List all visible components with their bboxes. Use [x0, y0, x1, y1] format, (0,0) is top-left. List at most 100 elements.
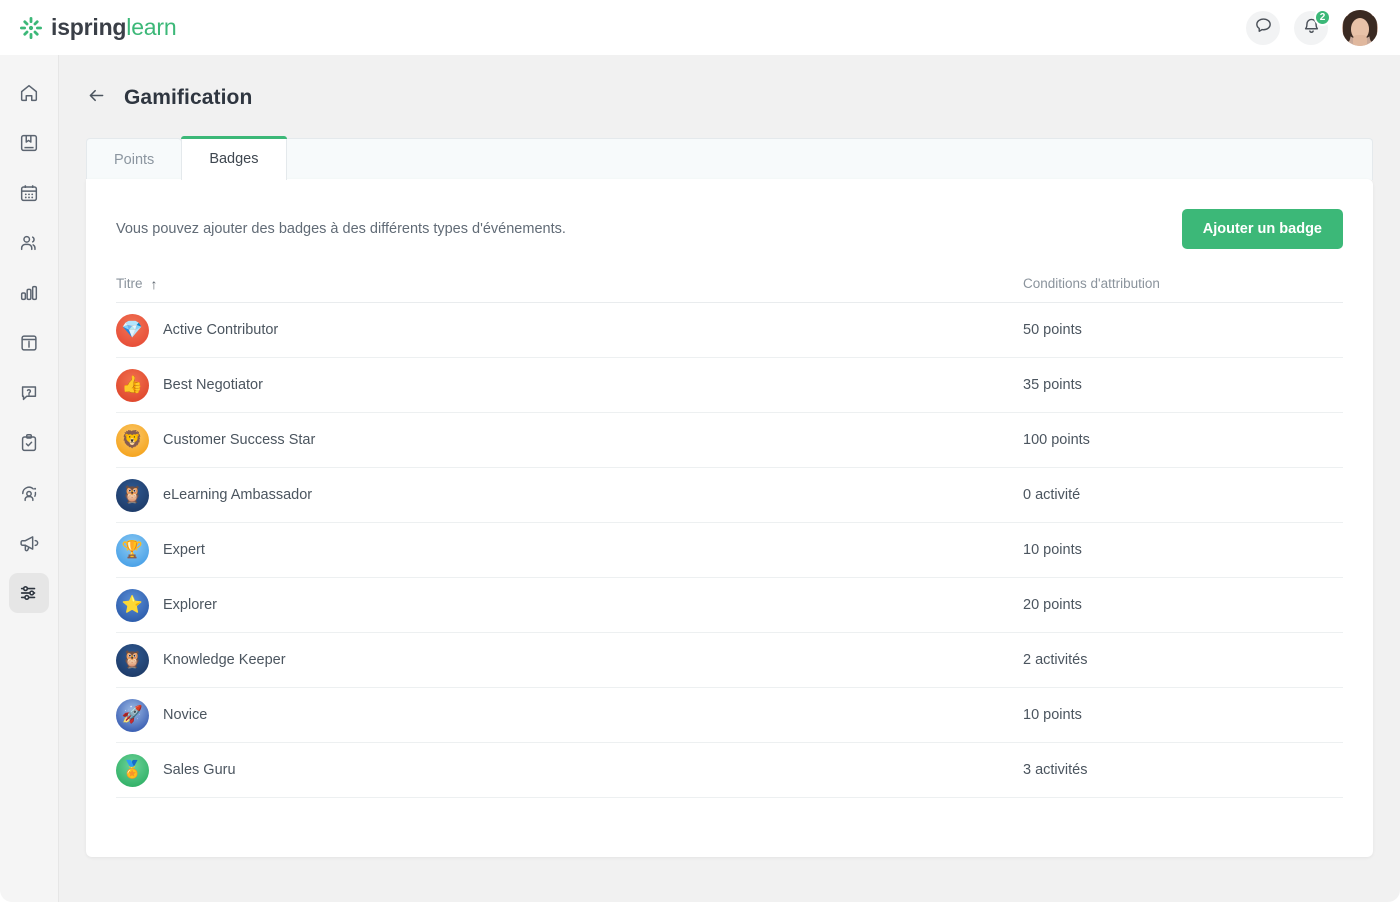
badge-glyph: 🏅: [121, 760, 144, 779]
sidebar-item-calendar[interactable]: [9, 173, 49, 213]
badge-name: Sales Guru: [163, 762, 236, 778]
brand-name-secondary: learn: [126, 14, 177, 40]
sidebar-item-settings[interactable]: [9, 573, 49, 613]
page-title: Gamification: [124, 86, 253, 109]
table-row[interactable]: 💎 Active Contributor 50 points: [116, 303, 1343, 358]
badge-title-cell: 🏆 Expert: [116, 533, 1023, 567]
thumbs-up-badge: 👍: [116, 368, 149, 402]
lion-crown-badge: 🦁: [116, 423, 149, 457]
table-row[interactable]: ⭐ Explorer 20 points: [116, 578, 1343, 633]
badge-condition: 0 activité: [1023, 487, 1081, 503]
badge-name: Customer Success Star: [163, 432, 316, 448]
badge-glyph: 🏆: [121, 540, 144, 559]
table-header-row: Titre ↑ Conditions d'attribution: [116, 276, 1343, 303]
table-row[interactable]: 🏅 Sales Guru 3 activités: [116, 743, 1343, 798]
badge-condition: 20 points: [1023, 597, 1082, 613]
starburst-icon: [20, 16, 42, 39]
badge-name: eLearning Ambassador: [163, 487, 313, 503]
badge-glyph: 💎: [121, 320, 144, 339]
brand-logo[interactable]: ispringlearn: [20, 14, 177, 41]
column-header-title-label: Titre: [116, 276, 143, 291]
trophy-cup-badge: 🏆: [116, 533, 149, 567]
tab-badges-label: Badges: [209, 150, 259, 167]
avatar-neck: [1353, 34, 1367, 46]
trophy-gem-badge: 💎: [116, 313, 149, 347]
sidebar-item-tasks[interactable]: [9, 423, 49, 463]
column-header-conditions[interactable]: Conditions d'attribution: [1023, 276, 1160, 291]
sidebar-item-help[interactable]: [9, 373, 49, 413]
badge-title-cell: 👍 Best Negotiator: [116, 368, 1023, 402]
sidebar-item-users[interactable]: [9, 223, 49, 263]
badge-condition: 2 activités: [1023, 652, 1088, 668]
tab-points[interactable]: Points: [86, 138, 183, 180]
top-bar: ispringlearn 2: [0, 0, 1400, 55]
column-header-title[interactable]: Titre ↑: [116, 276, 1023, 291]
calendar-icon: [18, 182, 40, 204]
badge-condition: 10 points: [1023, 542, 1082, 558]
brand-name-primary: ispring: [51, 14, 127, 40]
sidebar-item-courses[interactable]: [9, 123, 49, 163]
avatar-hair-right: [1369, 15, 1377, 42]
card-header: Vous pouvez ajouter des badges à des dif…: [86, 179, 1373, 249]
question-bubble-icon: [18, 382, 40, 404]
book-icon: [18, 132, 40, 154]
megaphone-icon: [18, 532, 40, 554]
tab-bar: Points Badges: [86, 136, 1400, 180]
sidebar-item-home[interactable]: [9, 73, 49, 113]
badge-condition: 100 points: [1023, 432, 1090, 448]
owl-badge: 🦉: [116, 478, 149, 512]
back-button[interactable]: [86, 85, 107, 111]
column-header-conditions-label: Conditions d'attribution: [1023, 276, 1160, 291]
badge-name: Knowledge Keeper: [163, 652, 286, 668]
top-bar-actions: 2: [1246, 8, 1378, 46]
main-content: Gamification Points Badges Vous pouvez a…: [59, 55, 1400, 902]
badge-condition: 3 activités: [1023, 762, 1088, 778]
badge-title-cell: 🦉 Knowledge Keeper: [116, 643, 1023, 677]
medal-badge: 🏅: [116, 753, 149, 787]
sidebar-item-announcements[interactable]: [9, 523, 49, 563]
badge-condition: 50 points: [1023, 322, 1082, 338]
table-row[interactable]: 🦁 Customer Success Star 100 points: [116, 413, 1343, 468]
owl-badge: 🦉: [116, 643, 149, 677]
table-row[interactable]: 🚀 Novice 10 points: [116, 688, 1343, 743]
bar-chart-icon: [18, 282, 40, 304]
sidebar: [0, 55, 59, 902]
badges-card: Vous pouvez ajouter des badges à des dif…: [86, 179, 1373, 857]
sidebar-item-reports[interactable]: [9, 273, 49, 313]
badge-title-cell: ⭐ Explorer: [116, 588, 1023, 622]
add-badge-button[interactable]: Ajouter un badge: [1181, 209, 1343, 249]
sidebar-item-performance[interactable]: [9, 473, 49, 513]
badge-glyph: ⭐: [121, 595, 144, 614]
badge-name: Explorer: [163, 597, 217, 613]
tab-badges[interactable]: Badges: [181, 136, 287, 180]
tab-points-label: Points: [114, 151, 155, 168]
table-row[interactable]: 👍 Best Negotiator 35 points: [116, 358, 1343, 413]
badge-name: Novice: [163, 707, 208, 723]
arrow-left-icon: [86, 85, 107, 111]
avatar-hair-left: [1343, 15, 1351, 42]
badges-table: Titre ↑ Conditions d'attribution 💎 Active…: [116, 276, 1343, 798]
notifications-button[interactable]: 2: [1294, 8, 1331, 45]
badge-condition: 10 points: [1023, 707, 1082, 723]
badge-title-cell: 🦁 Customer Success Star: [116, 423, 1023, 457]
table-row[interactable]: 🦉 Knowledge Keeper 2 activités: [116, 633, 1343, 688]
clipboard-check-icon: [18, 432, 40, 454]
chat-button[interactable]: [1246, 10, 1280, 45]
table-row[interactable]: 🦉 eLearning Ambassador 0 activité: [116, 468, 1343, 523]
badge-glyph: 🦉: [121, 650, 144, 669]
badge-title-cell: 🏅 Sales Guru: [116, 753, 1023, 787]
badge-title-cell: 🚀 Novice: [116, 698, 1023, 732]
badge-glyph: 🚀: [121, 705, 144, 724]
badge-name: Active Contributor: [163, 322, 279, 338]
table-row[interactable]: 🏆 Expert 10 points: [116, 523, 1343, 578]
badge-title-cell: 💎 Active Contributor: [116, 313, 1023, 347]
tab-bar-filler: [285, 138, 1373, 180]
avatar[interactable]: [1342, 9, 1378, 46]
sidebar-item-news[interactable]: [9, 323, 49, 363]
rocket-badge: 🚀: [116, 698, 149, 732]
arrow-up-icon: ↑: [150, 275, 158, 292]
page-header: Gamification: [59, 55, 1400, 111]
news-panel-icon: [18, 332, 40, 354]
notification-count-badge: 2: [1314, 8, 1331, 26]
sliders-icon: [18, 582, 40, 604]
